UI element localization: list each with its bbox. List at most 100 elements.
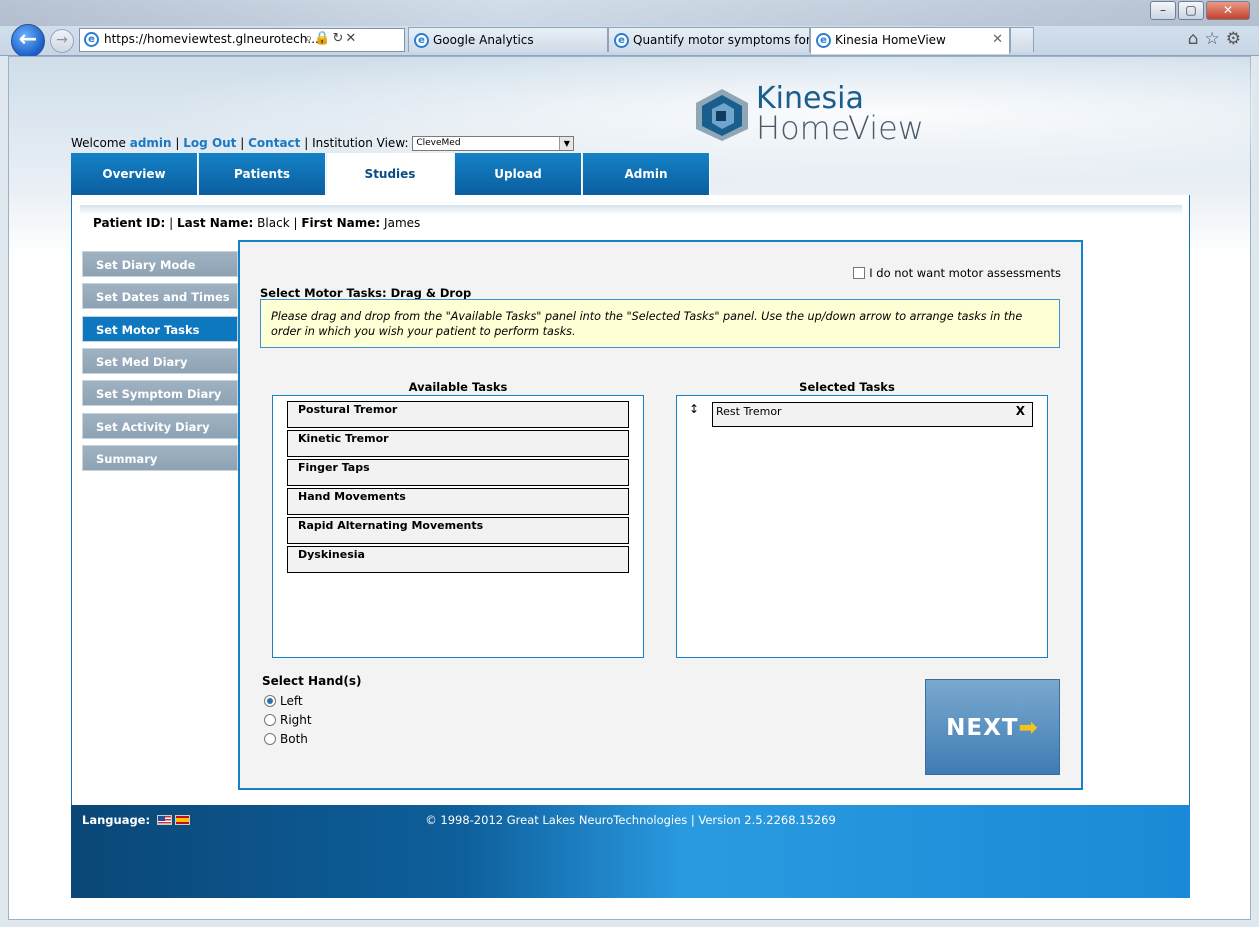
address-actions[interactable]: ⌕🔒↻✕	[305, 31, 358, 46]
url-text: https://homeviewtest.glneurotech....	[104, 32, 323, 46]
available-task-item[interactable]: Kinetic Tremor	[287, 430, 629, 457]
welcome-bar: Welcome admin | Log Out | Contact | Inst…	[71, 136, 575, 151]
instructions-box: Please drag and drop from the "Available…	[260, 299, 1060, 348]
minimize-button[interactable]: –	[1150, 1, 1176, 20]
tab-label: Kinesia HomeView	[835, 33, 946, 47]
separator: |	[293, 216, 298, 230]
stop-icon[interactable]: ✕	[345, 31, 358, 46]
chevron-down-icon[interactable]: ▼	[559, 137, 574, 150]
available-task-item[interactable]: Postural Tremor	[287, 401, 629, 428]
browser-tab-kinesia[interactable]: e Kinesia HomeView ✕	[810, 27, 1010, 54]
separator: |	[169, 216, 174, 230]
sidebar-item-symptom-diary[interactable]: Set Symptom Diary	[82, 380, 238, 406]
sidebar-item-dates-times[interactable]: Set Dates and Times	[82, 283, 238, 309]
available-task-item[interactable]: Hand Movements	[287, 488, 629, 515]
logout-link[interactable]: Log Out	[183, 136, 236, 150]
logo-text-homeview: HomeView	[756, 109, 924, 147]
home-icon[interactable]: ⌂	[1188, 29, 1205, 49]
sidebar-item-motor-tasks[interactable]: Set Motor Tasks	[82, 316, 238, 342]
last-name-value: Black	[257, 216, 290, 230]
opt-out-label: I do not want motor assessments	[869, 266, 1061, 280]
ie-tab-icon: e	[614, 33, 629, 48]
browser-toolbar-icons: ⌂☆⚙	[1188, 29, 1247, 49]
tab-patients[interactable]: Patients	[199, 153, 326, 195]
hand-option-both[interactable]: Both	[264, 732, 308, 746]
hand-option-left[interactable]: Left	[264, 694, 303, 708]
selected-task-label: Rest Tremor	[716, 405, 782, 418]
available-task-item[interactable]: Finger Taps	[287, 459, 629, 486]
browser-tab-analytics[interactable]: e Google Analytics	[408, 27, 608, 52]
hand-option-right[interactable]: Right	[264, 713, 312, 727]
next-button[interactable]: NEXT➡	[925, 679, 1060, 775]
institution-value: CleveMed	[416, 138, 461, 148]
search-icon[interactable]: ⌕	[305, 31, 314, 46]
welcome-text: Welcome	[71, 136, 126, 150]
ie-tab-icon: e	[414, 33, 429, 48]
reorder-arrow-icon[interactable]: ↕	[689, 402, 699, 416]
browser-tab-quantify[interactable]: e Quantify motor symptoms for ...	[608, 27, 810, 52]
radio-left[interactable]	[264, 695, 276, 707]
footer: Language: © 1998-2012 Great Lakes NeuroT…	[71, 805, 1190, 898]
contact-link[interactable]: Contact	[248, 136, 300, 150]
sidebar-item-activity-diary[interactable]: Set Activity Diary	[82, 413, 238, 439]
user-link[interactable]: admin	[130, 136, 172, 150]
available-task-item[interactable]: Dyskinesia	[287, 546, 629, 573]
web-page: Kinesia HomeView Welcome admin | Log Out…	[8, 56, 1252, 920]
forward-button[interactable]: →	[50, 29, 74, 53]
separator: |	[175, 136, 180, 150]
separator: |	[304, 136, 309, 150]
tab-admin[interactable]: Admin	[583, 153, 710, 195]
kinesia-logo-icon	[696, 89, 748, 141]
back-button[interactable]: ←	[11, 24, 45, 58]
selected-tasks-list[interactable]: ↕ Rest Tremor X	[676, 395, 1048, 658]
patient-id-label: Patient ID:	[93, 216, 166, 230]
favorites-star-icon[interactable]: ☆	[1205, 29, 1226, 49]
available-tasks-list[interactable]: Postural Tremor Kinetic Tremor Finger Ta…	[272, 395, 644, 658]
ie-page-icon: e	[84, 32, 99, 47]
opt-out-row: I do not want motor assessments	[853, 266, 1061, 280]
selected-tasks-title: Selected Tasks	[799, 380, 895, 394]
remove-task-button[interactable]: X	[1016, 404, 1025, 418]
opt-out-checkbox[interactable]	[853, 267, 866, 279]
motor-task-panel: I do not want motor assessments Select M…	[238, 240, 1083, 790]
lock-icon[interactable]: 🔒	[314, 31, 332, 46]
arrow-right-icon: ➡	[1018, 715, 1039, 741]
radio-label: Right	[280, 713, 312, 727]
next-label: NEXT	[946, 715, 1019, 741]
tab-label: Quantify motor symptoms for ...	[633, 33, 810, 47]
motor-tasks-title: Select Motor Tasks: Drag & Drop	[260, 286, 472, 300]
copyright-text: © 1998-2012 Great Lakes NeuroTechnologie…	[425, 813, 836, 827]
tab-label: Google Analytics	[433, 33, 534, 47]
first-name-value: James	[384, 216, 421, 230]
tab-studies[interactable]: Studies	[327, 153, 454, 195]
institution-select[interactable]: CleveMed ▼	[412, 136, 575, 151]
radio-label: Left	[280, 694, 303, 708]
info-strip	[80, 205, 1182, 215]
last-name-label: Last Name:	[176, 216, 254, 230]
sidebar-item-med-diary[interactable]: Set Med Diary	[82, 348, 238, 374]
settings-gear-icon[interactable]: ⚙	[1226, 29, 1247, 49]
sidebar-item-summary[interactable]: Summary	[82, 445, 238, 471]
radio-right[interactable]	[264, 714, 276, 726]
window-titlebar	[0, 0, 1259, 26]
maximize-button[interactable]: ▢	[1178, 1, 1204, 20]
new-tab-button[interactable]	[1010, 27, 1034, 52]
available-tasks-title: Available Tasks	[408, 380, 508, 394]
tab-overview[interactable]: Overview	[71, 153, 198, 195]
patient-info: Patient ID: | Last Name: Black | First N…	[93, 216, 420, 230]
radio-both[interactable]	[264, 733, 276, 745]
window-close-button[interactable]: ✕	[1206, 1, 1250, 20]
select-hands-title: Select Hand(s)	[262, 674, 362, 688]
ie-tab-icon: e	[816, 33, 831, 48]
tab-upload[interactable]: Upload	[455, 153, 582, 195]
tab-close-icon[interactable]: ✕	[992, 32, 1003, 47]
first-name-label: First Name:	[301, 216, 381, 230]
radio-label: Both	[280, 732, 308, 746]
sidebar-item-diary-mode[interactable]: Set Diary Mode	[82, 251, 238, 277]
browser-chrome: – ▢ ✕ ← → e https://homeviewtest.glneuro…	[0, 0, 1259, 58]
refresh-icon[interactable]: ↻	[332, 31, 345, 46]
separator: |	[240, 136, 245, 150]
content-frame: Patient ID: | Last Name: Black | First N…	[71, 195, 1190, 805]
selected-task-item[interactable]: Rest Tremor X	[712, 402, 1033, 427]
available-task-item[interactable]: Rapid Alternating Movements	[287, 517, 629, 544]
